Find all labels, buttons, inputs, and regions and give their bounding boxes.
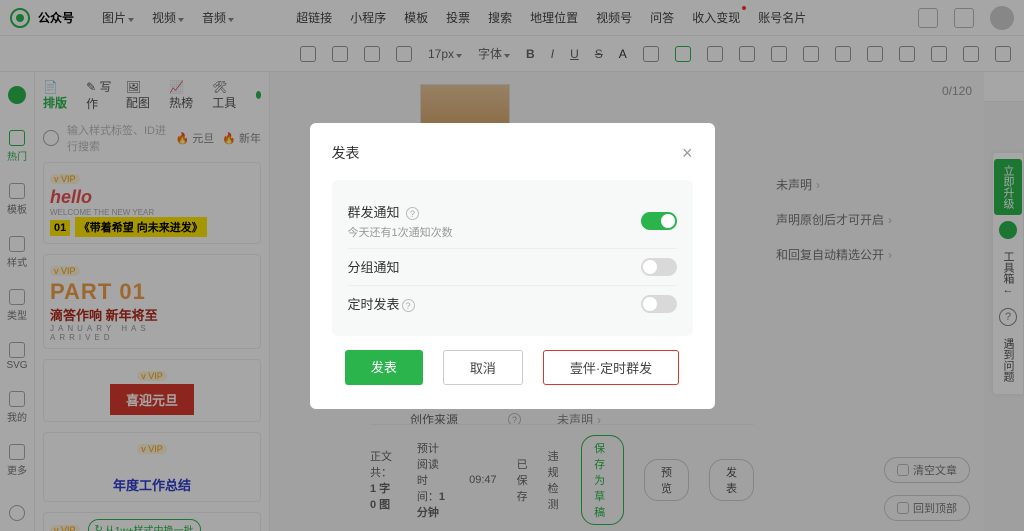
- confirm-publish-button[interactable]: 发表: [345, 350, 423, 385]
- help-icon[interactable]: ?: [406, 207, 419, 220]
- row-broadcast-hint: 今天还有1次通知次数: [348, 224, 453, 240]
- close-icon[interactable]: ×: [682, 143, 693, 164]
- broadcast-switch[interactable]: [641, 212, 677, 230]
- yiban-schedule-button[interactable]: 壹伴·定时群发: [543, 350, 679, 385]
- cancel-button[interactable]: 取消: [443, 350, 523, 385]
- row-group-label: 分组通知: [348, 260, 400, 275]
- modal-actions: 发表 取消 壹伴·定时群发: [332, 350, 693, 385]
- modal-settings: 群发通知 ? 今天还有1次通知次数 分组通知 定时发表?: [332, 180, 693, 336]
- group-notify-switch[interactable]: [641, 258, 677, 276]
- publish-modal: 发表 × 群发通知 ? 今天还有1次通知次数 分组通知 定时发表? 发: [310, 123, 715, 409]
- row-broadcast-label: 群发通知: [348, 205, 400, 220]
- row-schedule-label: 定时发表: [348, 297, 400, 312]
- modal-overlay: 发表 × 群发通知 ? 今天还有1次通知次数 分组通知 定时发表? 发: [0, 0, 1024, 531]
- schedule-switch[interactable]: [641, 295, 677, 313]
- help-icon[interactable]: ?: [402, 299, 415, 312]
- modal-title: 发表: [332, 143, 360, 163]
